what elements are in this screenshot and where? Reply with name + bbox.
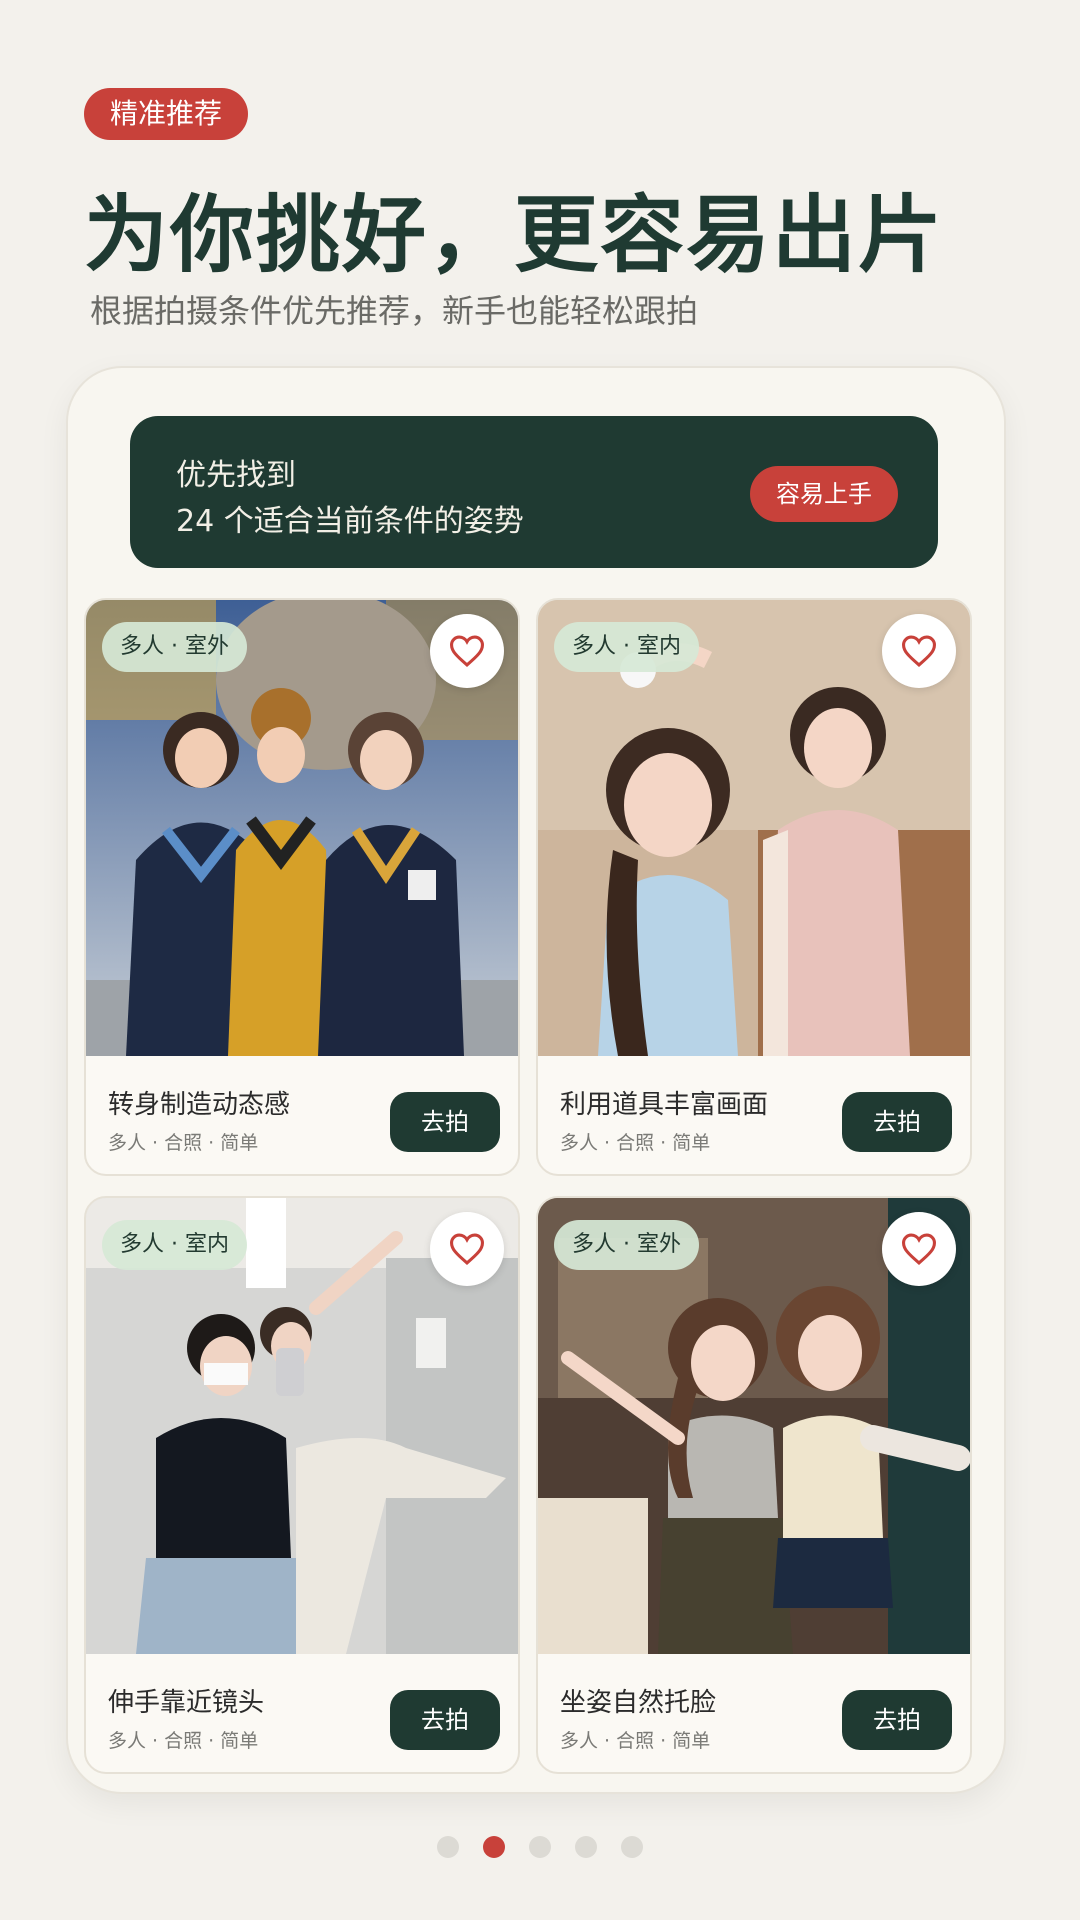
summary-banner: 优先找到 24 个适合当前条件的姿势 容易上手 [130,416,938,568]
pose-meta: 多人 · 合照 · 简单 [108,1730,259,1752]
location-chip: 多人 · 室内 [102,1220,247,1270]
location-chip: 多人 · 室外 [554,1220,699,1270]
easy-badge[interactable]: 容易上手 [750,466,898,522]
go-shoot-button[interactable]: 去拍 [390,1092,500,1152]
favorite-button[interactable] [430,614,504,688]
pose-title: 伸手靠近镜头 [108,1688,265,1718]
page-dot[interactable] [483,1836,505,1858]
favorite-button[interactable] [882,1212,956,1286]
pose-card[interactable]: 多人 · 室外 转身制造动态感 多人 · 合照 · 简单 去拍 [84,598,520,1176]
favorite-button[interactable] [882,614,956,688]
location-chip: 多人 · 室外 [102,622,247,672]
go-shoot-button[interactable]: 去拍 [842,1092,952,1152]
page-dot[interactable] [621,1836,643,1858]
page-dot[interactable] [529,1836,551,1858]
pose-meta: 多人 · 合照 · 简单 [108,1132,259,1154]
page-dot[interactable] [437,1836,459,1858]
page-indicator [0,1836,1080,1858]
poses-recommendation-screen: 精准推荐 为你挑好，更容易出片 根据拍摄条件优先推荐，新手也能轻松跟拍 优先找到… [0,0,1080,1920]
pose-title: 利用道具丰富画面 [560,1090,769,1120]
page-title: 为你挑好，更容易出片 [84,186,945,284]
banner-line-1: 优先找到 [176,458,296,493]
pose-title: 转身制造动态感 [108,1090,291,1120]
pose-card[interactable]: 多人 · 室内 伸手靠近镜头 多人 · 合照 · 简单 去拍 [84,1196,520,1774]
banner-line-2: 24 个适合当前条件的姿势 [176,504,524,539]
pose-title: 坐姿自然托脸 [560,1688,717,1718]
recommend-tag: 精准推荐 [84,88,249,140]
go-shoot-button[interactable]: 去拍 [842,1690,952,1750]
heart-icon [449,1233,485,1265]
pose-card[interactable]: 多人 · 室内 利用道具丰富画面 多人 · 合照 · 简单 去拍 [536,598,972,1176]
heart-icon [901,1233,937,1265]
page-subtitle: 根据拍摄条件优先推荐，新手也能轻松跟拍 [90,292,699,330]
heart-icon [901,635,937,667]
go-shoot-button[interactable]: 去拍 [390,1690,500,1750]
page-dot[interactable] [575,1836,597,1858]
location-chip: 多人 · 室内 [554,622,699,672]
pose-meta: 多人 · 合照 · 简单 [560,1132,711,1154]
favorite-button[interactable] [430,1212,504,1286]
pose-card[interactable]: 多人 · 室外 坐姿自然托脸 多人 · 合照 · 简单 去拍 [536,1196,972,1774]
pose-meta: 多人 · 合照 · 简单 [560,1730,711,1752]
heart-icon [449,635,485,667]
